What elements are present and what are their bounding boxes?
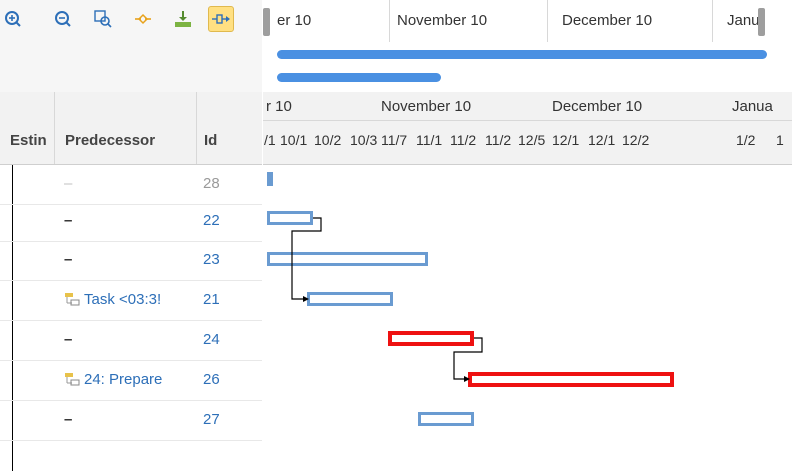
dependency-links <box>291 217 483 382</box>
